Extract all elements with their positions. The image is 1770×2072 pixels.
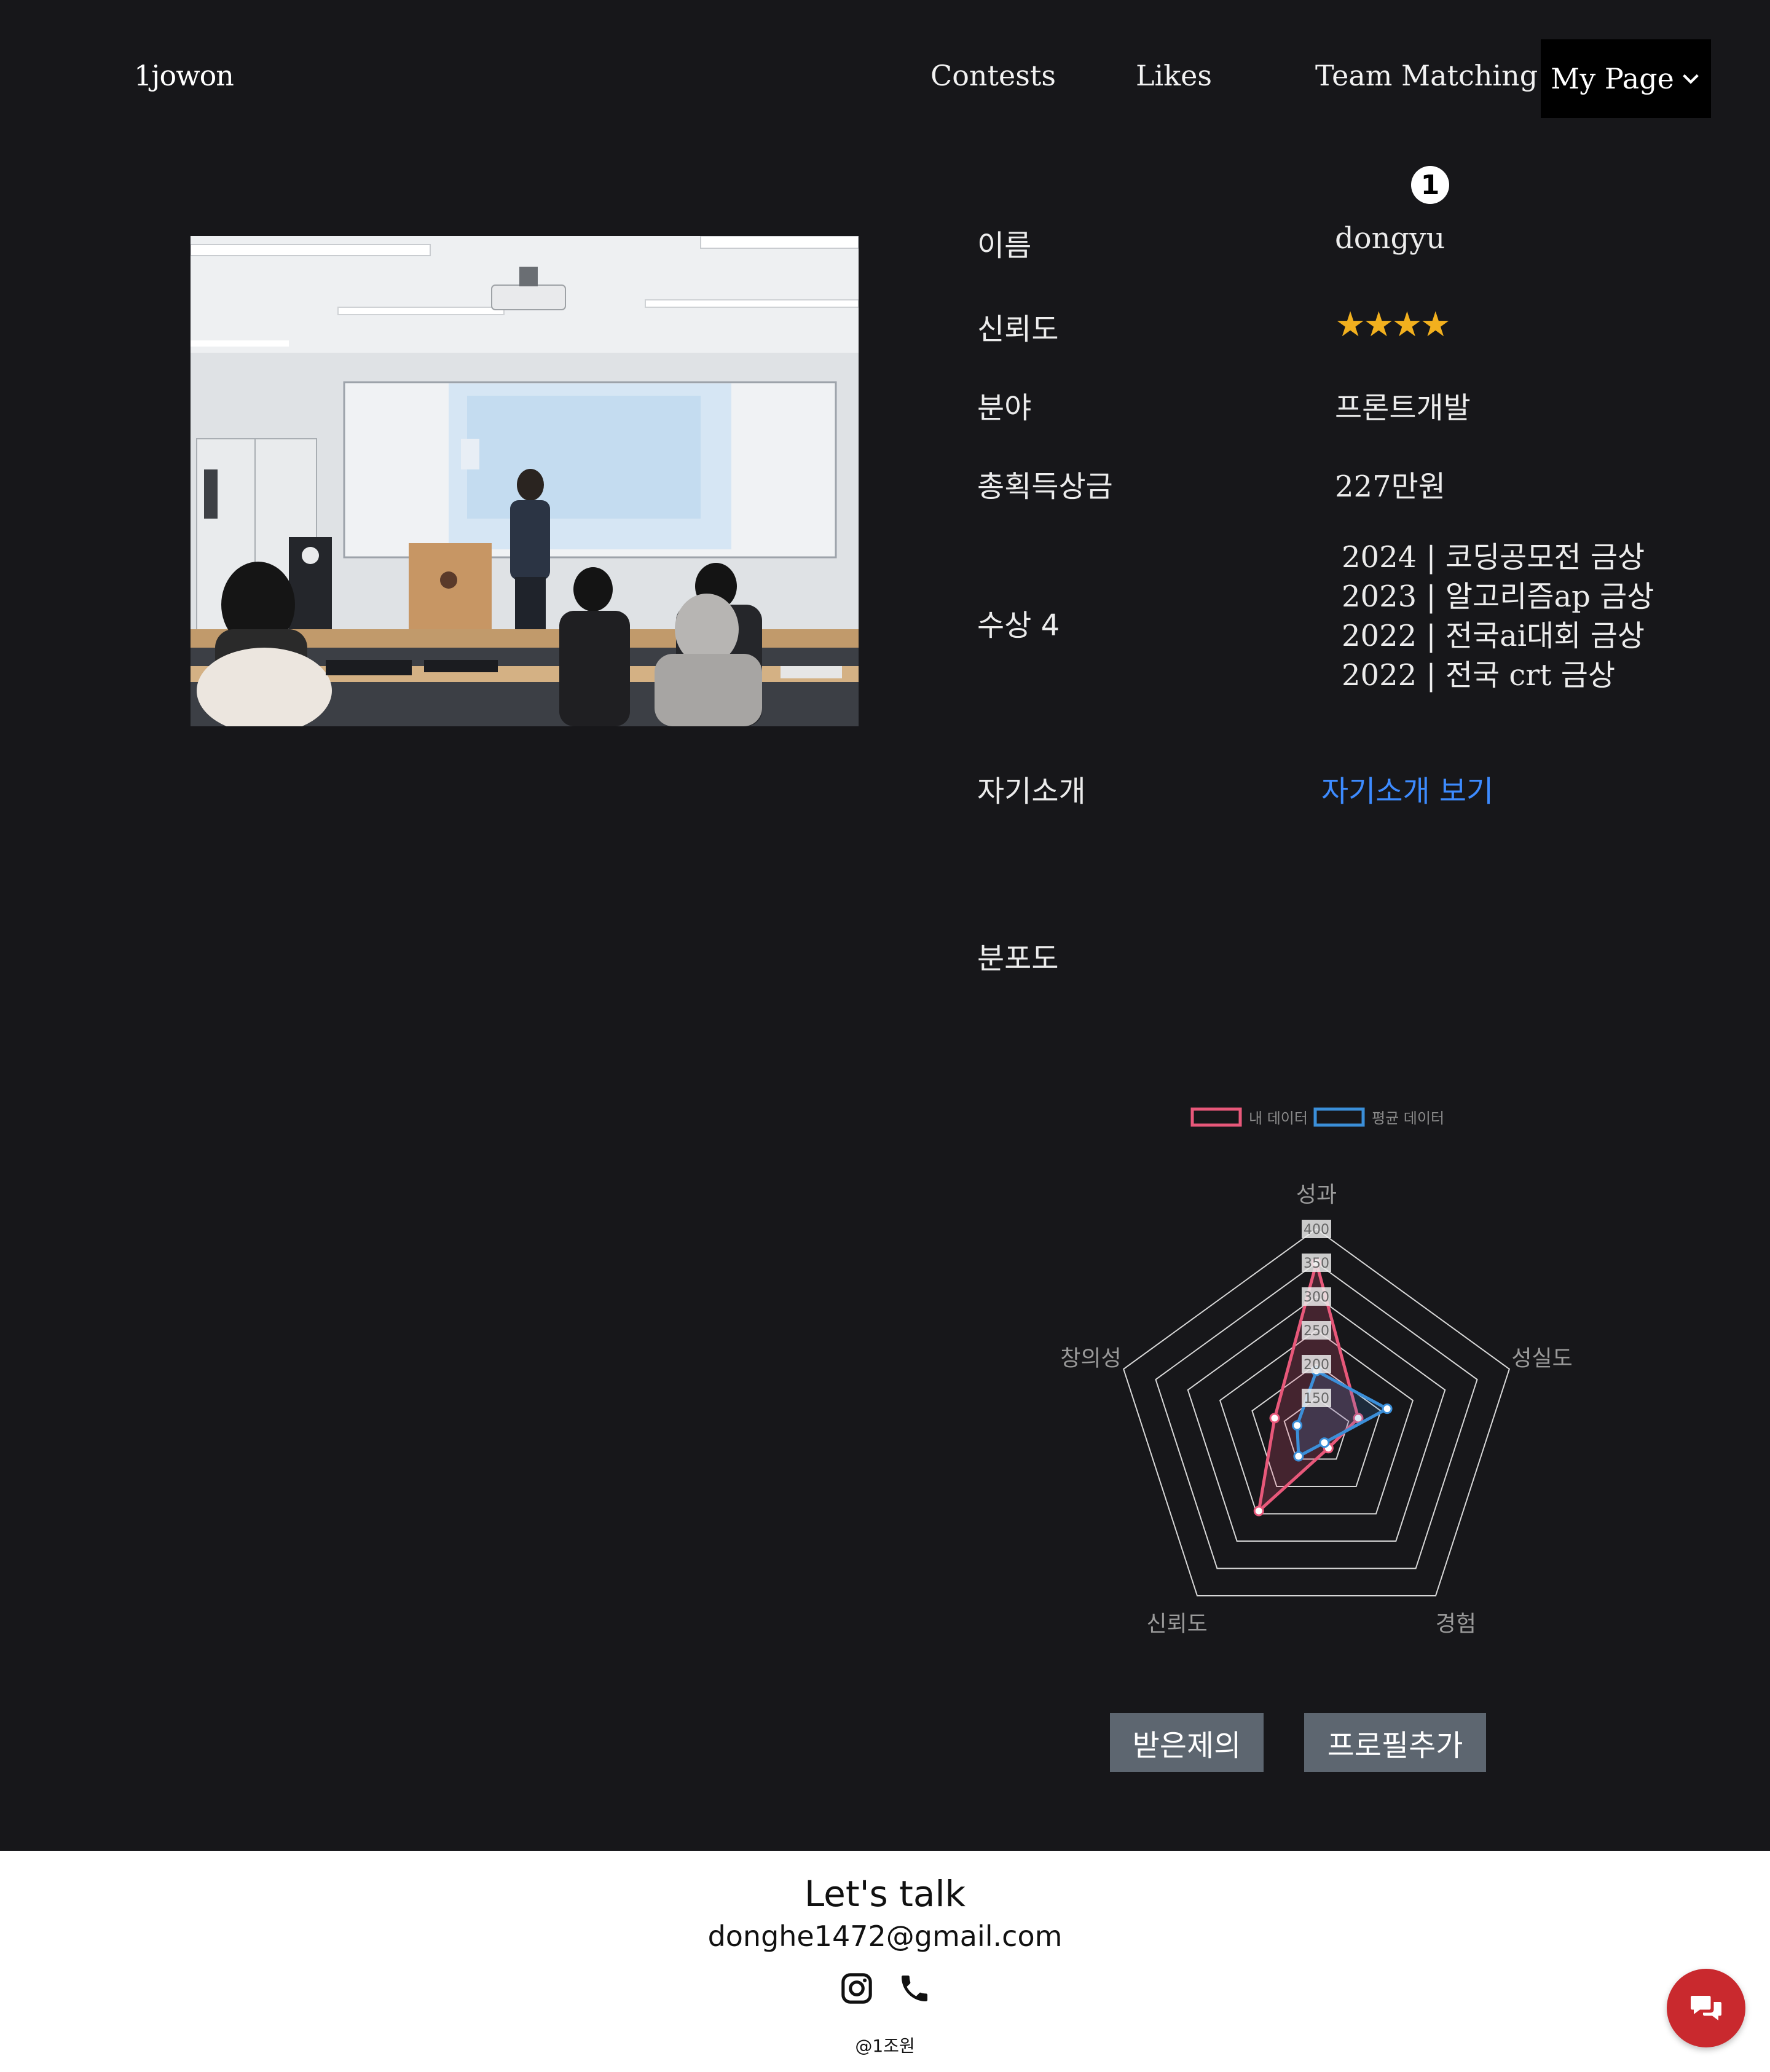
radar-axis-label: 신뢰도	[1146, 1611, 1207, 1636]
field-label: 분야	[977, 391, 1032, 425]
footer-social-icons	[840, 1971, 932, 2006]
radar-tick-label: 200	[1304, 1357, 1329, 1373]
radar-legend-swatch	[1190, 1107, 1242, 1127]
footer-title: Let's talk	[804, 1873, 966, 1915]
distribution-radar-chart: 성과성실도경험 신뢰도 창의성 400 350 300 250 200 150 내 데이터 평균 데…	[959, 1088, 1635, 1641]
award-item: 2023 | 알고리즘ap 금상	[1342, 579, 1654, 614]
field-value: 프론트개발	[1335, 391, 1471, 425]
add-profile-button[interactable]: 프로필추가	[1304, 1713, 1486, 1772]
award-item: 2022 | 전국 crt 금상	[1342, 658, 1616, 693]
nav-mypage-dropdown[interactable]: My Page	[1541, 39, 1711, 118]
radar-tick-label: 250	[1304, 1324, 1329, 1339]
radar-tick-label: 150	[1304, 1391, 1329, 1407]
brand-logo[interactable]: 1jowon	[134, 59, 234, 92]
prize-label: 총획득상금	[977, 469, 1113, 504]
radar-legend-swatch	[1313, 1107, 1365, 1127]
trust-label: 신뢰도	[977, 312, 1059, 347]
radar-data-point	[1382, 1403, 1393, 1415]
profile-number-badge: 1	[1411, 166, 1449, 204]
radar-legend-label: 내 데이터	[1249, 1110, 1308, 1127]
intro-view-link[interactable]: 자기소개 보기	[1321, 767, 1493, 810]
nav-mypage-label: My Page	[1551, 62, 1674, 95]
awards-list: 2024 | 코딩공모전 금상 2023 | 알고리즘ap 금상 2022 | …	[1342, 538, 1654, 695]
nav-contests[interactable]: Contests	[930, 59, 1056, 92]
footer-copyright: @1조원	[855, 2036, 915, 2056]
radar-series-line	[1296, 1368, 1391, 1459]
chevron-down-icon	[1683, 74, 1699, 84]
instagram-icon[interactable]	[840, 1971, 874, 2006]
radar-data-point	[1269, 1413, 1280, 1424]
nav-likes[interactable]: Likes	[1136, 59, 1212, 92]
phone-icon[interactable]	[897, 1971, 932, 2006]
footer-email[interactable]: donghe1472@gmail.com	[0, 1920, 1770, 1953]
intro-label: 자기소개	[977, 774, 1086, 809]
radar-axis-label: 경험	[1436, 1611, 1476, 1636]
radar-axis-label: 성과	[1296, 1182, 1337, 1207]
name-value: dongyu	[1335, 221, 1446, 256]
name-label: 이름	[977, 229, 1032, 263]
radar-tick-label: 400	[1304, 1222, 1329, 1238]
footer: Let's talk donghe1472@gmail.com @1조원	[0, 1851, 1770, 2072]
prize-value: 227만원	[1335, 469, 1446, 504]
radar-tick-label: 300	[1304, 1290, 1329, 1305]
radar-data-point	[1292, 1420, 1303, 1431]
nav-team-matching[interactable]: Team Matching	[1315, 59, 1538, 92]
radar-legend-label: 평균 데이터	[1372, 1110, 1444, 1127]
radar-data-point	[1293, 1451, 1304, 1462]
radar-axis-label: 성실도	[1511, 1346, 1572, 1372]
radar-data-point	[1253, 1505, 1264, 1517]
trust-rating-stars: ★★★★	[1335, 305, 1451, 345]
awards-label: 수상 4	[977, 608, 1060, 643]
award-item: 2024 | 코딩공모전 금상	[1342, 540, 1645, 575]
top-nav: 1jowon Contests Likes Team Matching My P…	[0, 0, 1770, 160]
award-item: 2022 | 전국ai대회 금상	[1342, 619, 1645, 653]
chat-bubbles-icon	[1691, 1996, 1721, 2020]
distribution-label: 분포도	[977, 941, 1059, 976]
radar-data-point	[1319, 1437, 1330, 1448]
profile-photo	[191, 236, 859, 726]
radar-chart-svg: 성과성실도경험 신뢰도 창의성 400 350 300 250 200 150 내 데이터 평균 데…	[1060, 1107, 1573, 1636]
received-offers-button[interactable]: 받은제의	[1110, 1713, 1264, 1772]
chat-button[interactable]	[1667, 1969, 1745, 2047]
radar-axis-label: 창의성	[1060, 1346, 1121, 1372]
radar-tick-label: 350	[1304, 1256, 1329, 1271]
